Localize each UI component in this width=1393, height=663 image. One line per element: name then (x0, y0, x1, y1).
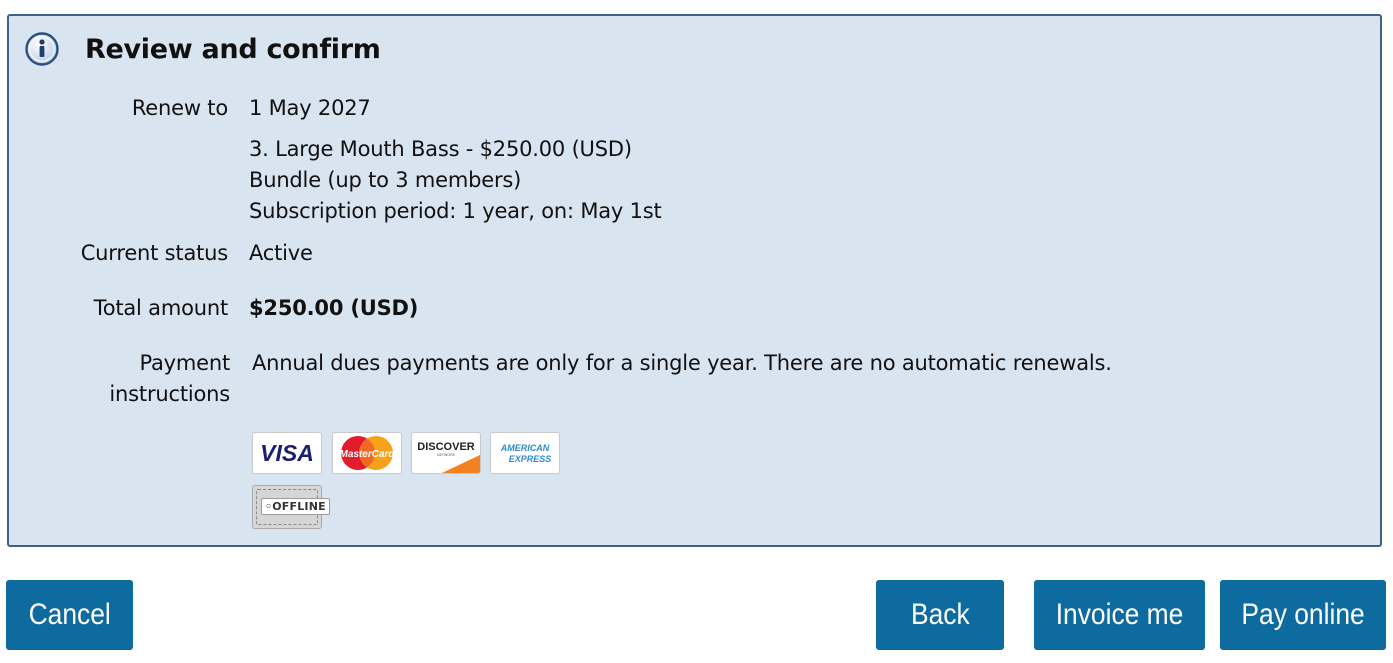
total-amount-value: $250.00 (USD) (249, 296, 419, 320)
renew-to-label: Renew to (131, 96, 228, 120)
back-button[interactable]: Back (876, 580, 1004, 650)
invoice-me-button[interactable]: Invoice me (1034, 580, 1205, 650)
cancel-button-label: Cancel (28, 598, 111, 631)
offline-payment-icon[interactable]: ◦OFFLINE (252, 485, 330, 529)
pay-online-button[interactable]: Pay online (1220, 580, 1386, 650)
visa-text: VISA (260, 440, 314, 466)
pay-online-button-label: Pay online (1241, 598, 1365, 631)
payment-instructions-label-line2: instructions (109, 382, 230, 406)
mastercard-text: MasterCard (339, 449, 395, 460)
discover-subtext: NETWORK (437, 453, 456, 457)
payment-instructions-text: Annual dues payments are only for a sing… (252, 351, 1112, 375)
discover-card-icon[interactable]: DISCOVER NETWORK (411, 432, 481, 474)
renew-to-value: 1 May 2027 (249, 96, 371, 120)
payment-instructions-label-line1: Payment (139, 351, 230, 375)
amex-card-icon[interactable]: AMERICAN EXPRESS (490, 432, 560, 474)
amex-text-line1: AMERICAN (500, 443, 550, 453)
review-panel: Review and confirm Renew to 1 May 2027 3… (7, 14, 1382, 547)
cancel-button[interactable]: Cancel (6, 580, 133, 650)
discover-text: DISCOVER (417, 441, 475, 453)
level-name: 3. Large Mouth Bass - $250.00 (USD) (249, 137, 632, 161)
invoice-me-button-label: Invoice me (1055, 598, 1184, 631)
offline-text: OFFLINE (272, 500, 326, 513)
level-subscription-period: Subscription period: 1 year, on: May 1st (249, 199, 662, 223)
visa-card-icon[interactable]: VISA (252, 432, 322, 474)
info-icon (25, 32, 59, 66)
amex-text-line2: EXPRESS (509, 454, 552, 464)
level-bundle: Bundle (up to 3 members) (249, 168, 522, 192)
mastercard-icon[interactable]: MasterCard (332, 432, 402, 474)
status-value: Active (249, 241, 313, 265)
page-title: Review and confirm (85, 34, 381, 65)
status-label: Current status (80, 241, 228, 265)
offline-label: ◦OFFLINE (261, 498, 330, 515)
total-amount-label: Total amount (93, 296, 229, 320)
back-button-label: Back (910, 598, 970, 631)
